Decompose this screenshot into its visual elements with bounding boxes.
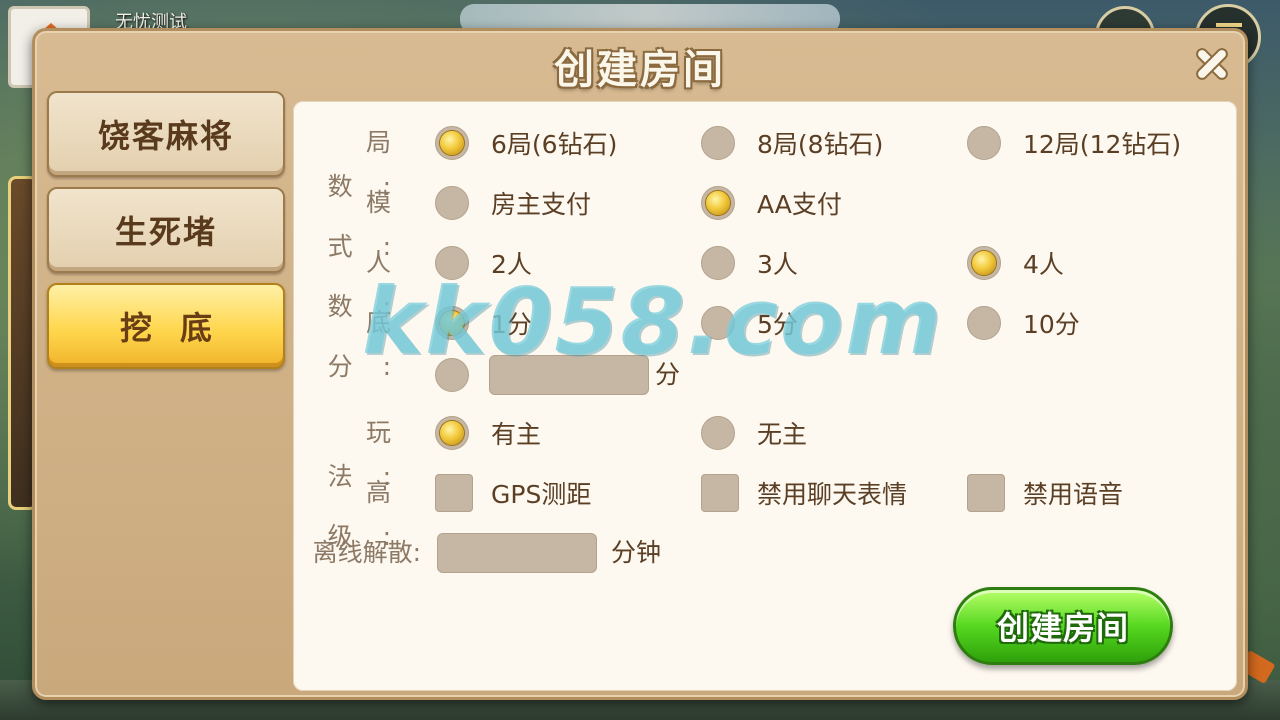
checkbox[interactable]: [701, 474, 739, 512]
create-room-dialog: 创建房间 饶客麻将 生死堵 挖底 局数: 6局(6钻石) 8局(8钻石) 12局…: [32, 28, 1248, 700]
mode-option-owner-pay[interactable]: 房主支付: [435, 181, 591, 225]
offline-dismiss-input[interactable]: [437, 533, 597, 573]
radio-button[interactable]: [701, 186, 735, 220]
players-option-3[interactable]: 3人: [701, 241, 798, 285]
offline-dismiss-row: 离线解散: 分钟: [293, 531, 1237, 575]
base-score-option-10[interactable]: 10分: [967, 301, 1080, 345]
rounds-option-12[interactable]: 12局(12钻石): [967, 121, 1181, 165]
custom-score-option[interactable]: [435, 353, 469, 397]
tab-shengsidu[interactable]: 生死堵: [47, 187, 285, 273]
tab-raoke-mahjong[interactable]: 饶客麻将: [47, 91, 285, 177]
base-score-option-5[interactable]: 5分: [701, 301, 798, 345]
rounds-row: 局数: 6局(6钻石) 8局(8钻石) 12局(12钻石): [293, 121, 1237, 201]
rounds-option-6[interactable]: 6局(6钻石): [435, 121, 617, 165]
play-style-option-wuzhu[interactable]: 无主: [701, 411, 807, 455]
play-style-row: 玩法: 有主 无主: [293, 411, 1237, 491]
radio-button[interactable]: [701, 306, 735, 340]
radio-button[interactable]: [967, 126, 1001, 160]
custom-score-row: 分: [293, 353, 1237, 397]
radio-button[interactable]: [435, 358, 469, 392]
radio-button[interactable]: [435, 246, 469, 280]
advanced-row: 高级: GPS测距 禁用聊天表情 禁用语音: [293, 471, 1237, 551]
radio-button[interactable]: [435, 416, 469, 450]
play-style-option-youzhu[interactable]: 有主: [435, 411, 541, 455]
tab-wadi[interactable]: 挖底: [47, 283, 285, 369]
dialog-title: 创建房间: [554, 47, 726, 93]
radio-button[interactable]: [967, 246, 1001, 280]
offline-dismiss-unit: 分钟: [611, 538, 662, 567]
base-score-row: 底分: 1分 5分 10分: [293, 301, 1237, 381]
offline-dismiss-label: 离线解散:: [312, 538, 421, 567]
advanced-option-disable-voice[interactable]: 禁用语音: [967, 471, 1123, 515]
players-option-2[interactable]: 2人: [435, 241, 532, 285]
radio-button[interactable]: [435, 126, 469, 160]
radio-button[interactable]: [435, 186, 469, 220]
players-option-4[interactable]: 4人: [967, 241, 1064, 285]
mode-option-aa-pay[interactable]: AA支付: [701, 181, 842, 225]
checkbox[interactable]: [967, 474, 1005, 512]
custom-score-input[interactable]: [489, 355, 649, 395]
game-tab-list: 饶客麻将 生死堵 挖底: [47, 91, 287, 379]
mode-row: 模式: 房主支付 AA支付: [293, 181, 1237, 261]
tab-label: 生死堵: [114, 213, 217, 251]
create-room-button-label: 创建房间: [996, 609, 1129, 647]
players-row: 人数: 2人 3人 4人: [293, 241, 1237, 321]
checkbox[interactable]: [435, 474, 473, 512]
advanced-option-gps[interactable]: GPS测距: [435, 471, 591, 515]
custom-score-unit: 分: [655, 360, 681, 389]
tab-label: 饶客麻将: [97, 117, 234, 155]
radio-button[interactable]: [967, 306, 1001, 340]
create-room-button[interactable]: 创建房间: [953, 587, 1173, 665]
rounds-option-8[interactable]: 8局(8钻石): [701, 121, 883, 165]
radio-button[interactable]: [701, 126, 735, 160]
tab-label: 挖底: [119, 309, 240, 347]
advanced-option-disable-chat[interactable]: 禁用聊天表情: [701, 471, 907, 515]
base-score-option-1[interactable]: 1分: [435, 301, 532, 345]
radio-button[interactable]: [701, 416, 735, 450]
close-button[interactable]: [1189, 41, 1235, 87]
radio-button[interactable]: [435, 306, 469, 340]
radio-button[interactable]: [701, 246, 735, 280]
